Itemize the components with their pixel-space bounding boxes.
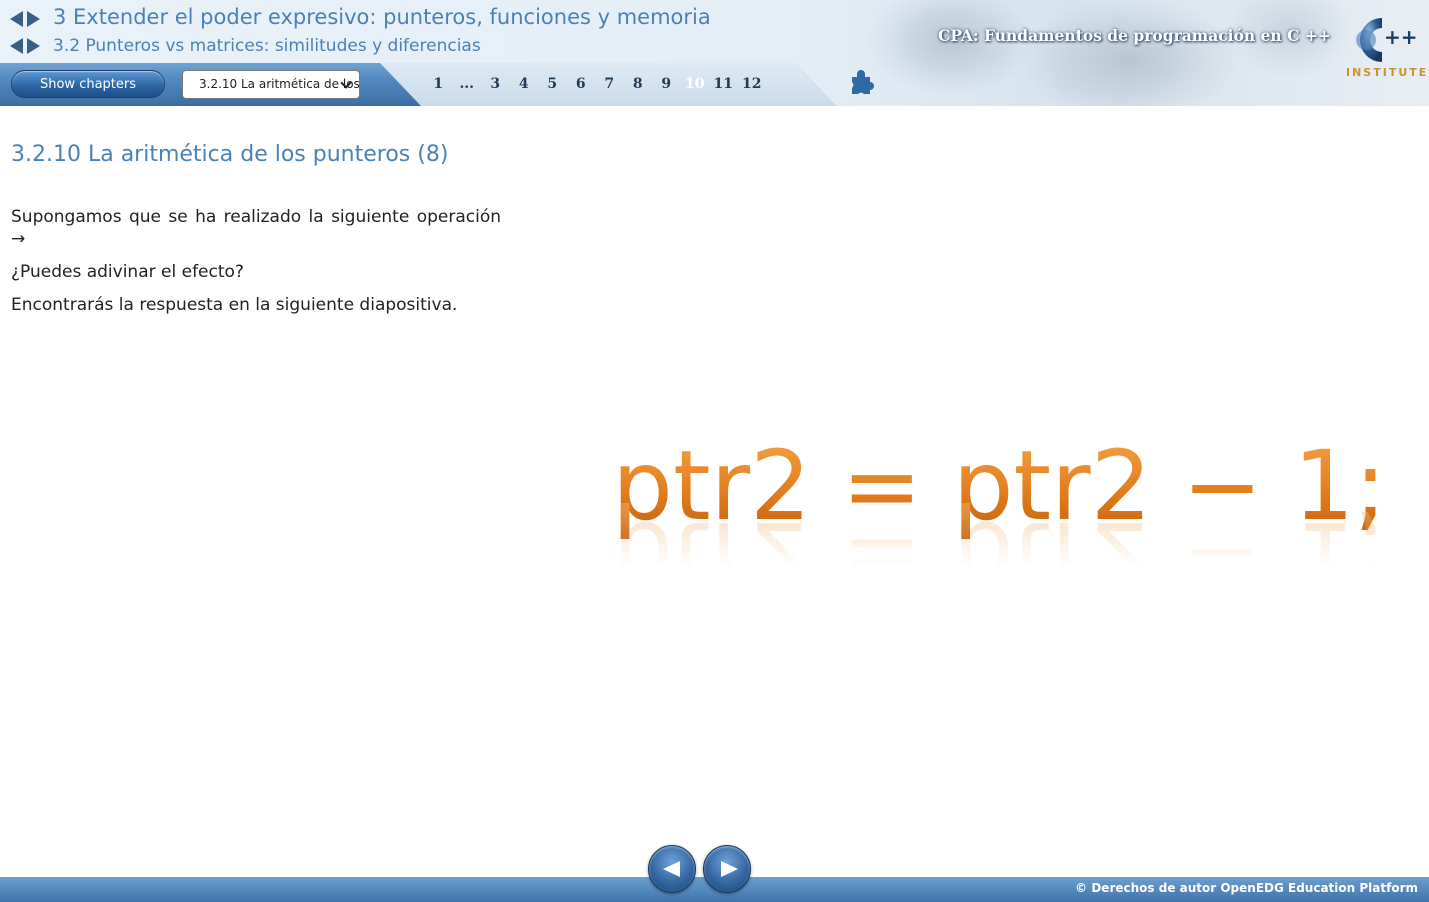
chapter-prev-icon[interactable] <box>10 11 23 27</box>
page-select-value: 3.2.10 La aritmética de los punteros (8) <box>199 77 360 91</box>
page-link-12[interactable]: 12 <box>738 72 767 96</box>
intro-paragraph: Supongamos que se ha realizado la siguie… <box>11 207 501 249</box>
page-link-5[interactable]: 5 <box>538 72 567 96</box>
answer-hint-paragraph: Encontrarás la respuesta en la siguiente… <box>11 295 458 315</box>
page-link-8[interactable]: 8 <box>624 72 653 96</box>
section-next-icon[interactable] <box>27 38 40 54</box>
slide-title: 3.2.10 La aritmética de los punteros (8) <box>11 142 449 167</box>
play-left-icon <box>663 861 680 877</box>
next-slide-button[interactable] <box>703 845 751 893</box>
page-ellipsis: ... <box>459 76 475 92</box>
copyright-text: © Derechos de autor OpenEDG Education Pl… <box>1075 881 1418 895</box>
question-paragraph: ¿Puedes adivinar el efecto? <box>11 262 244 282</box>
play-right-icon <box>721 861 738 877</box>
page-link-4[interactable]: 4 <box>510 72 539 96</box>
page-link-11[interactable]: 11 <box>709 72 738 96</box>
page-pager: 1 ... 3 4 5 6 7 8 9 10 11 12 <box>424 71 767 97</box>
course-title: CPA: Fundamentos de programación en C ++ <box>938 26 1331 45</box>
chapter-arrows <box>10 11 40 27</box>
previous-slide-button[interactable] <box>648 845 696 893</box>
svg-text:++: ++ <box>1384 25 1418 49</box>
show-chapters-button[interactable]: Show chapters <box>11 70 165 98</box>
page-link-9[interactable]: 9 <box>652 72 681 96</box>
section-title: 3.2 Punteros vs matrices: similitudes y … <box>53 36 481 56</box>
chapter-next-icon[interactable] <box>27 11 40 27</box>
page-link-1[interactable]: 1 <box>424 72 453 96</box>
header-background-photo <box>830 0 1429 106</box>
logo-text: INSTITUTE <box>1346 66 1429 79</box>
page-link-6[interactable]: 6 <box>567 72 596 96</box>
puzzle-icon[interactable] <box>848 70 874 96</box>
page-link-10-current[interactable]: 10 <box>681 71 710 97</box>
chapter-title: 3 Extender el poder expresivo: punteros,… <box>53 5 711 29</box>
page-link-7[interactable]: 7 <box>595 72 624 96</box>
code-reflection: ptr2 = ptr2 − 1; <box>612 500 1387 612</box>
code-illustration: ptr2 = ptr2 − 1; ptr2 = ptr2 − 1; <box>612 430 1387 620</box>
section-prev-icon[interactable] <box>10 38 23 54</box>
page-select[interactable]: 3.2.10 La aritmética de los punteros (8) <box>182 70 360 99</box>
section-arrows <box>10 38 40 54</box>
page-link-3[interactable]: 3 <box>481 72 510 96</box>
